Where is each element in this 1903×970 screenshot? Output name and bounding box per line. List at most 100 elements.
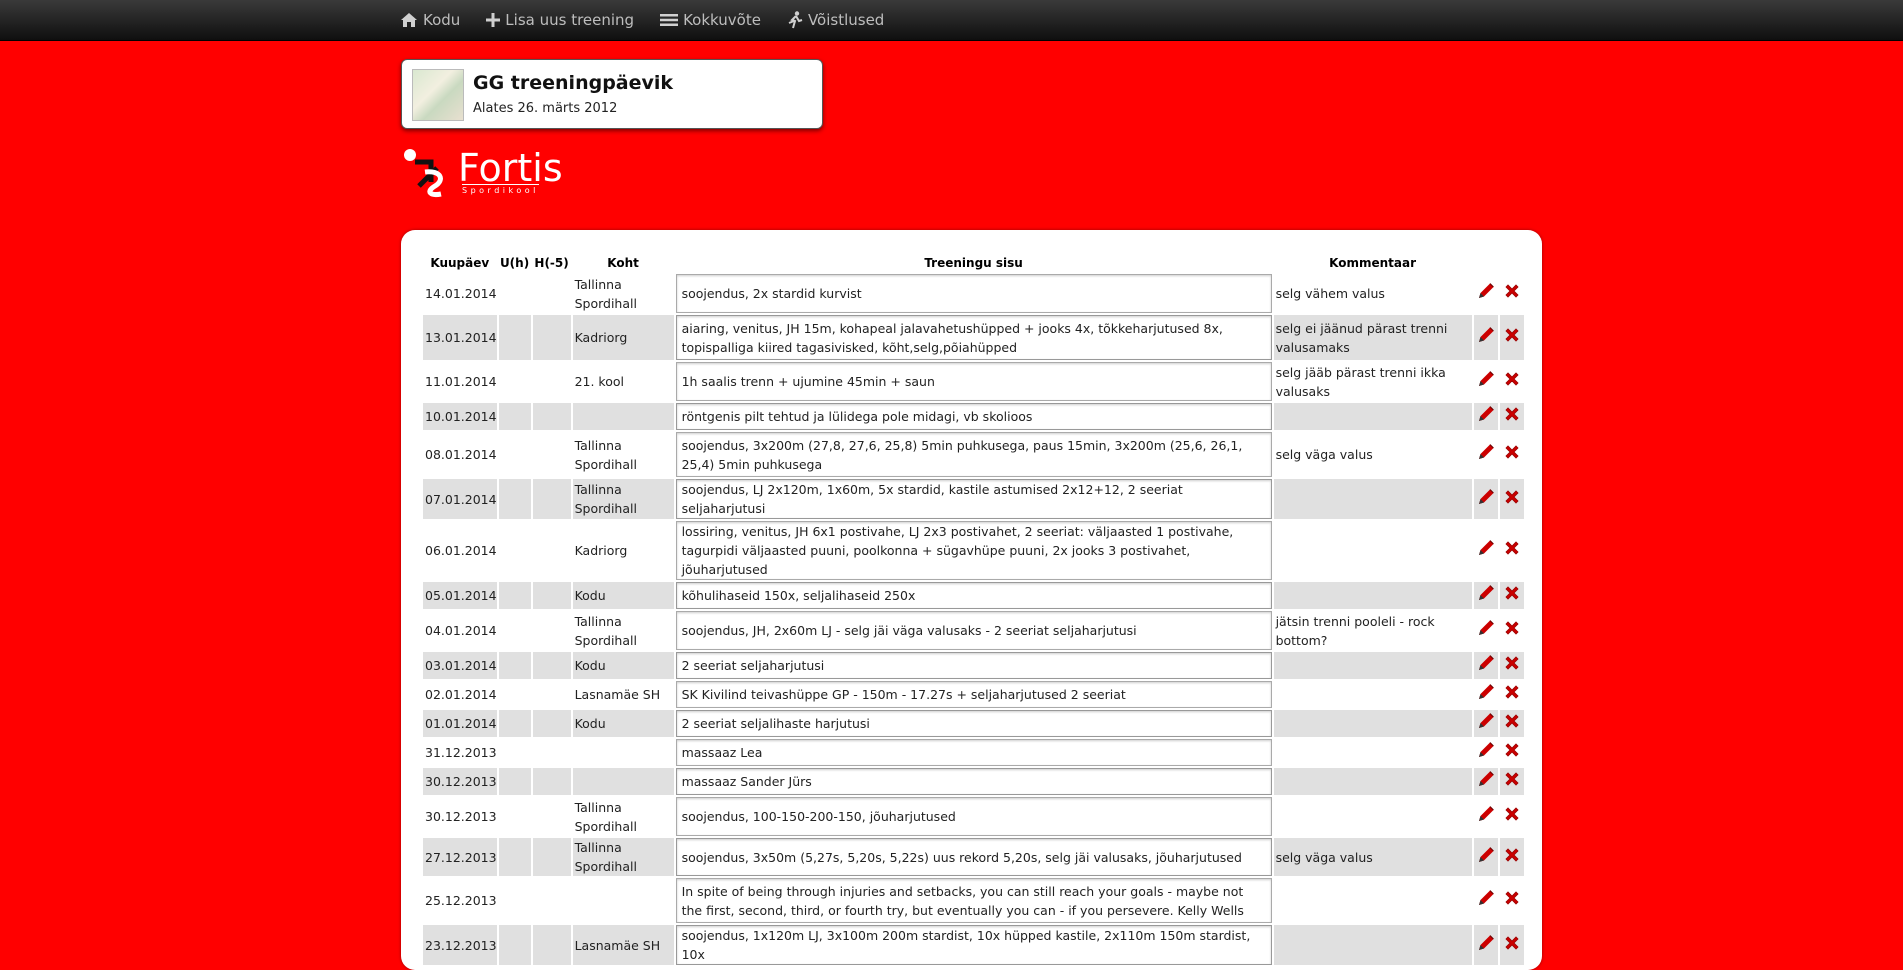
delete-button[interactable] xyxy=(1499,611,1524,650)
cell-h xyxy=(532,521,571,580)
cell-u xyxy=(498,521,531,580)
edit-button[interactable] xyxy=(1473,315,1498,360)
delete-button[interactable] xyxy=(1499,362,1524,401)
pencil-icon xyxy=(1476,404,1496,429)
cell-comment xyxy=(1273,739,1472,766)
cell-date: 30.12.2013 xyxy=(423,797,497,836)
delete-x-icon xyxy=(1502,325,1522,350)
cell-h xyxy=(532,681,571,708)
nav-summary[interactable]: Kokkuvõte xyxy=(660,11,761,29)
cell-date: 11.01.2014 xyxy=(423,362,497,401)
col-u[interactable]: U(h) xyxy=(499,254,531,272)
delete-button[interactable] xyxy=(1499,739,1524,766)
edit-button[interactable] xyxy=(1473,362,1498,401)
delete-button[interactable] xyxy=(1499,838,1524,876)
cell-u xyxy=(498,611,531,650)
edit-button[interactable] xyxy=(1473,652,1498,679)
cell-place: Lasnamäe SH xyxy=(572,681,674,708)
cell-place xyxy=(572,403,674,430)
edit-button[interactable] xyxy=(1473,739,1498,766)
col-h[interactable]: H(-5) xyxy=(533,254,571,272)
cell-h xyxy=(532,274,571,313)
edit-button[interactable] xyxy=(1473,681,1498,708)
cell-comment xyxy=(1273,797,1472,836)
diary-subtitle: Alates 26. märts 2012 xyxy=(473,101,618,116)
delete-button[interactable] xyxy=(1499,582,1524,609)
diary-title: GG treeningpäevik xyxy=(473,72,674,94)
cell-comment xyxy=(1273,521,1472,580)
delete-button[interactable] xyxy=(1499,878,1524,923)
edit-button[interactable] xyxy=(1473,582,1498,609)
cell-h xyxy=(532,797,571,836)
delete-x-icon xyxy=(1502,740,1522,765)
pencil-icon xyxy=(1476,325,1496,350)
edit-button[interactable] xyxy=(1473,432,1498,477)
edit-button[interactable] xyxy=(1473,925,1498,965)
col-content[interactable]: Treeningu sisu xyxy=(676,254,1272,272)
fortis-logo: Fortis Spordikool xyxy=(401,146,571,198)
delete-button[interactable] xyxy=(1499,274,1524,313)
cell-content: soojendus, 3x50m (5,27s, 5,20s, 5,22s) u… xyxy=(675,838,1272,876)
training-panel: Kuupäev U(h) H(-5) Koht Treeningu sisu K… xyxy=(401,230,1542,970)
diary-card[interactable]: GG treeningpäevik Alates 26. märts 2012 xyxy=(401,59,823,129)
cell-content: soojendus, LJ 2x120m, 1x60m, 5x stardid,… xyxy=(675,479,1272,519)
cell-comment xyxy=(1273,582,1472,609)
edit-button[interactable] xyxy=(1473,838,1498,876)
edit-button[interactable] xyxy=(1473,403,1498,430)
cell-date: 02.01.2014 xyxy=(423,681,497,708)
delete-button[interactable] xyxy=(1499,710,1524,737)
table-row: 05.01.2014 Kodu kõhulihaseid 150x, seljali… xyxy=(423,582,1524,609)
cell-content: SK Kivilind teivashüppe GP - 150m - 17.2… xyxy=(675,681,1272,708)
cell-u xyxy=(498,362,531,401)
nav-competitions[interactable]: Võistlused xyxy=(787,11,884,29)
table-body: 14.01.2014 Tallinna Spordihall soojendus, … xyxy=(423,274,1524,965)
cell-comment: selg jääb pärast trenni ikka valusaks xyxy=(1273,362,1472,401)
cell-place xyxy=(572,878,674,923)
cell-content: soojendus, 3x200m (27,8, 27,6, 25,8) 5mi… xyxy=(675,432,1272,477)
pencil-icon xyxy=(1476,682,1496,707)
cell-content: kõhulihaseid 150x, seljalihaseid 250x xyxy=(675,582,1272,609)
nav-home[interactable]: Kodu xyxy=(400,11,460,29)
delete-button[interactable] xyxy=(1499,479,1524,519)
edit-button[interactable] xyxy=(1473,611,1498,650)
delete-button[interactable] xyxy=(1499,797,1524,836)
cell-date: 31.12.2013 xyxy=(423,739,497,766)
edit-button[interactable] xyxy=(1473,797,1498,836)
cell-u xyxy=(498,274,531,313)
cell-u xyxy=(498,710,531,737)
cell-place: Tallinna Spordihall xyxy=(572,274,674,313)
edit-button[interactable] xyxy=(1473,274,1498,313)
cell-content: 1h saalis trenn + ujumine 45min + saun xyxy=(675,362,1272,401)
col-place[interactable]: Koht xyxy=(573,254,674,272)
delete-button[interactable] xyxy=(1499,315,1524,360)
cell-date: 14.01.2014 xyxy=(423,274,497,313)
col-date[interactable]: Kuupäev xyxy=(423,254,497,272)
edit-button[interactable] xyxy=(1473,521,1498,580)
main-nav: Kodu Lisa uus treening Kokkuvõte Võistlu… xyxy=(400,0,910,40)
edit-button[interactable] xyxy=(1473,479,1498,519)
cell-u xyxy=(498,925,531,965)
delete-button[interactable] xyxy=(1499,403,1524,430)
delete-button[interactable] xyxy=(1499,681,1524,708)
plus-icon xyxy=(486,13,501,27)
cell-content: soojendus, 2x stardid kurvist xyxy=(675,274,1272,313)
delete-button[interactable] xyxy=(1499,432,1524,477)
cell-date: 10.01.2014 xyxy=(423,403,497,430)
table-row: 14.01.2014 Tallinna Spordihall soojendus, … xyxy=(423,274,1524,313)
delete-button[interactable] xyxy=(1499,521,1524,580)
runner-icon xyxy=(788,11,803,29)
edit-button[interactable] xyxy=(1473,710,1498,737)
nav-add-training[interactable]: Lisa uus treening xyxy=(486,11,634,29)
col-comment[interactable]: Kommentaar xyxy=(1274,254,1472,272)
delete-button[interactable] xyxy=(1499,768,1524,795)
edit-button[interactable] xyxy=(1473,768,1498,795)
delete-x-icon xyxy=(1502,769,1522,794)
cell-comment xyxy=(1273,681,1472,708)
edit-button[interactable] xyxy=(1473,878,1498,923)
cell-h xyxy=(532,479,571,519)
cell-u xyxy=(498,739,531,766)
delete-button[interactable] xyxy=(1499,925,1524,965)
cell-comment xyxy=(1273,878,1472,923)
cell-comment: selg vähem valus xyxy=(1273,274,1472,313)
delete-button[interactable] xyxy=(1499,652,1524,679)
